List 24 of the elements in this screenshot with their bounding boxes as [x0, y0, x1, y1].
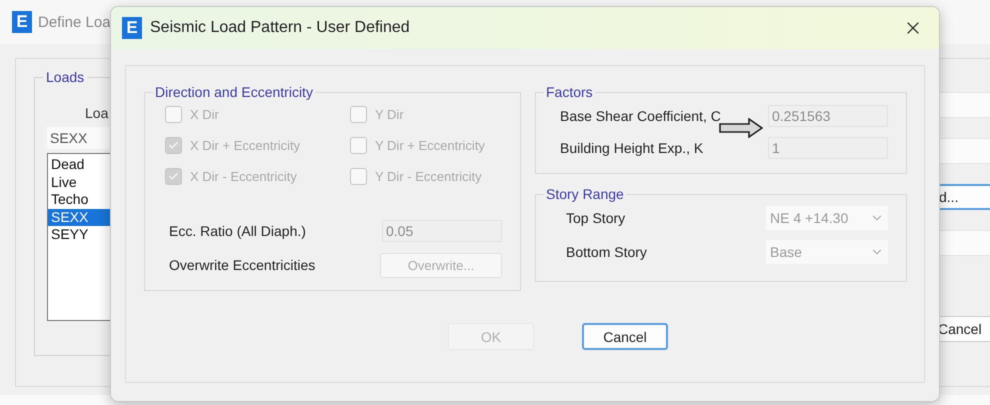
app-logo: E [12, 11, 32, 33]
input-field[interactable]: 0.251563 [768, 105, 888, 127]
input-field[interactable]: 1 [768, 137, 888, 159]
app-logo: E [122, 17, 142, 39]
check-icon [168, 171, 179, 182]
input-field[interactable]: 0.05 [382, 220, 502, 242]
check-icon [168, 140, 179, 151]
window-title: Define Loa [38, 14, 111, 30]
field-label: Loa [85, 105, 110, 121]
arrow-icon [719, 118, 763, 138]
field-label: Overwrite Eccentricities [169, 257, 316, 273]
field-label: Building Height Exp., K [560, 140, 704, 156]
group-title: Loads [45, 69, 86, 85]
group-title: Factors [545, 84, 594, 100]
cancel-button[interactable]: Cancel [582, 323, 668, 350]
dialog-title: Seismic Load Pattern - User Defined [150, 19, 411, 37]
field-label: Top Story [566, 210, 626, 226]
dropdown[interactable]: Base [766, 240, 888, 264]
group-title: Story Range [545, 186, 625, 202]
field-label: Bottom Story [566, 244, 647, 260]
field-label: Base Shear Coefficient, C [560, 108, 721, 124]
dropdown[interactable]: NE 4 +14.30 [766, 206, 888, 230]
field-label: Ecc. Ratio (All Diaph.) [169, 223, 306, 239]
group-title: Direction and Eccentricity [154, 84, 314, 100]
